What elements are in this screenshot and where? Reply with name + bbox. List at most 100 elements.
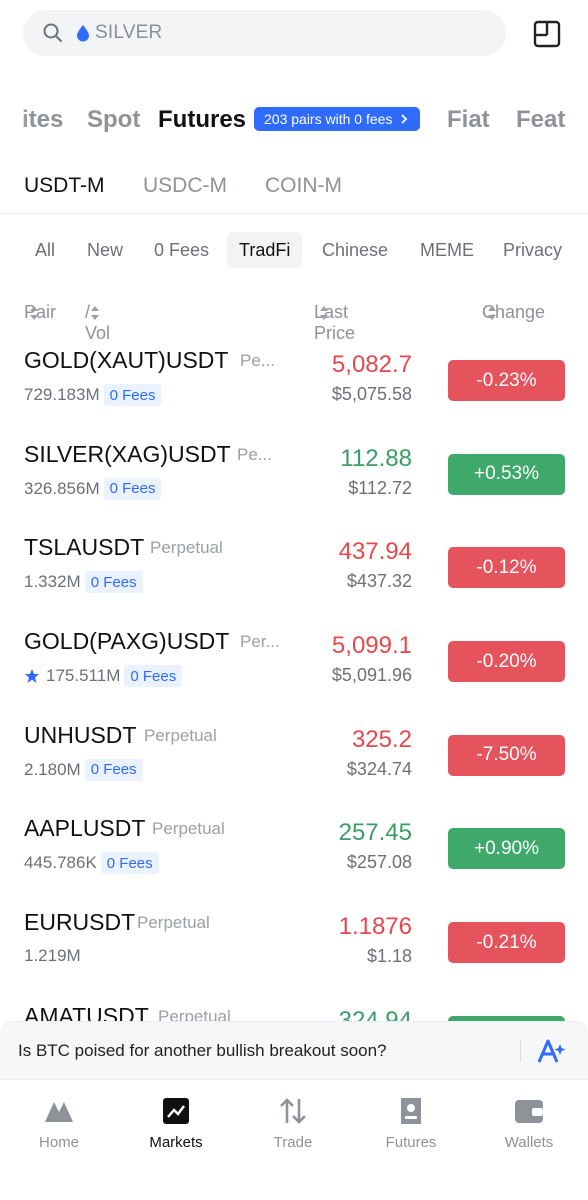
tab-futures[interactable]: Futures (158, 106, 246, 134)
contract-type: Perpetual (150, 538, 223, 558)
zero-fee-tag: 0 Fees (124, 665, 183, 688)
tab-featured[interactable]: Feat (516, 106, 565, 134)
usd-price: $324.74 (346, 758, 412, 779)
change-badge[interactable]: -0.23% (448, 360, 565, 401)
nav-markets[interactable]: Markets (117, 1096, 235, 1151)
change-badge[interactable]: +0.90% (448, 828, 565, 870)
tab-fiat[interactable]: Fiat (447, 106, 490, 134)
zero-fee-tag: 0 Fees (100, 852, 159, 875)
usd-price: $112.72 (348, 477, 412, 498)
last-price: 325.2 (351, 725, 412, 753)
volume: 445.786K 0 Fees (24, 852, 159, 875)
usd-price: $437.32 (346, 571, 412, 592)
market-row[interactable]: UNHUSDT Perpetual 2.180M 0 Fees 325.2 $324.74… (0, 711, 588, 805)
zero-fee-tag: 0 Fees (84, 758, 143, 781)
markets-icon (163, 1098, 189, 1124)
contract-type: Perpetual (152, 819, 225, 839)
sort-icon (320, 306, 328, 321)
contract-type: Pe... (237, 444, 272, 464)
volume: 175.511M 0 Fees (24, 665, 183, 688)
change-badge[interactable]: -0.20% (448, 641, 565, 683)
category-tabs: ites Spot Futures 203 pairs with 0 fees … (0, 98, 588, 142)
last-price: 112.88 (340, 444, 412, 472)
hot-drop-icon (75, 24, 91, 42)
scan-icon[interactable] (531, 18, 563, 50)
chip-new[interactable]: New (75, 232, 135, 268)
chip-tradfi[interactable]: TradFi (227, 232, 303, 268)
last-price: 1.1876 (338, 913, 412, 941)
market-row[interactable]: SILVER(XAG)USDT Pe... 326.856M 0 Fees 112.88… (0, 430, 588, 524)
nav-futures-label: Futures (385, 1134, 437, 1151)
chip-meme[interactable]: MEME (408, 232, 486, 268)
nav-wallets[interactable]: Wallets (470, 1096, 588, 1151)
tab-spot[interactable]: Spot (87, 106, 140, 134)
change-badge[interactable]: -7.50% (448, 734, 565, 776)
nav-wallets-label: Wallets (504, 1134, 554, 1151)
tab-coin-m[interactable]: COIN-M (265, 174, 342, 198)
zero-fee-badge-label: 203 pairs with 0 fees (264, 111, 393, 127)
pair-symbol: TSLAUSDT (24, 534, 145, 561)
ai-sparkle-icon[interactable] (537, 1038, 567, 1064)
filter-chips: All New 0 Fees TradFi Chinese MEME Priva… (0, 232, 588, 268)
volume-value: 1.219M (24, 946, 81, 966)
zero-fee-tag: 0 Fees (103, 477, 162, 500)
sort-change[interactable]: Change (482, 302, 545, 323)
chip-chinese[interactable]: Chinese (310, 232, 400, 268)
volume-value: 2.180M (24, 759, 81, 779)
nav-trade-label: Trade (273, 1134, 313, 1151)
tab-favorites[interactable]: ites (22, 106, 63, 134)
market-row[interactable]: AAPLUSDT Perpetual 445.786K 0 Fees 257.45 $25… (0, 804, 588, 898)
zero-fee-tag: 0 Fees (103, 384, 162, 406)
tab-usdc-m[interactable]: USDC-M (143, 174, 227, 198)
market-list: GOLD(XAUT)USDT Pe... 729.183M 0 Fees 5,082.7… (0, 336, 588, 1086)
market-row[interactable]: GOLD(XAUT)USDT Pe... 729.183M 0 Fees 5,082.7… (0, 336, 588, 430)
bottom-nav: Home Markets Trade Futures Wallets (0, 1079, 588, 1200)
tab-usdt-m[interactable]: USDT-M (24, 174, 105, 198)
volume-value: 326.856M (24, 478, 100, 498)
star-icon[interactable] (24, 668, 40, 684)
zero-fee-badge[interactable]: 203 pairs with 0 fees (254, 107, 421, 131)
last-price: 257.45 (338, 819, 412, 847)
list-header: Pair / Vol Last Price Change (0, 302, 588, 343)
pair-symbol: SILVER(XAG)USDT (24, 440, 231, 467)
pair-symbol: GOLD(XAUT)USDT (24, 347, 229, 373)
search-bar[interactable]: SILVER (23, 10, 506, 56)
chip-zero-fees[interactable]: 0 Fees (142, 232, 221, 268)
header-pair-label: Pair (24, 302, 57, 322)
usd-price: $5,075.58 (331, 384, 412, 404)
nav-home-label: Home (38, 1134, 79, 1151)
change-badge[interactable]: -0.12% (448, 547, 565, 589)
market-row[interactable]: GOLD(PAXG)USDT Per... 175.511M 0 Fees 5,099.… (0, 617, 588, 711)
market-row[interactable]: EURUSDT Perpetual 1.219M 1.1876 $1.18 -0.21% (0, 898, 588, 992)
change-badge[interactable]: +0.53% (448, 453, 565, 495)
chip-all[interactable]: All (23, 232, 67, 268)
volume: 729.183M 0 Fees (24, 384, 162, 406)
sort-last-price[interactable]: Last Price (314, 302, 355, 343)
pair-symbol: EURUSDT (24, 909, 136, 936)
usd-price: $257.08 (346, 852, 412, 873)
zero-fee-tag: 0 Fees (84, 571, 143, 594)
sort-pair[interactable]: Pair (24, 302, 56, 323)
pair-symbol: AAPLUSDT (24, 815, 146, 842)
scroll-fade (0, 98, 28, 142)
volume-value: 1.332M (24, 572, 81, 592)
pair-symbol: GOLD(PAXG)USDT (24, 628, 230, 655)
ai-question-banner[interactable]: Is BTC poised for another bullish breako… (0, 1021, 588, 1079)
contract-type: Pe... (240, 351, 275, 370)
wallet-icon (515, 1100, 543, 1123)
change-badge[interactable]: -0.21% (448, 922, 565, 964)
usd-price: $5,091.96 (331, 665, 412, 686)
nav-home[interactable]: Home (0, 1096, 118, 1151)
chip-privacy[interactable]: Privacy (491, 232, 574, 268)
volume: 2.180M 0 Fees (24, 758, 143, 781)
sort-icon (488, 306, 496, 321)
volume: 1.332M 0 Fees (24, 571, 143, 594)
search-icon (41, 21, 65, 45)
market-row[interactable]: TSLAUSDT Perpetual 1.332M 0 Fees 437.94 $437.… (0, 523, 588, 617)
divider (520, 1040, 521, 1062)
nav-futures[interactable]: Futures (352, 1096, 470, 1151)
nav-trade[interactable]: Trade (234, 1096, 352, 1151)
last-price: 437.94 (338, 538, 412, 566)
search-text: SILVER (95, 22, 163, 43)
sort-vol[interactable]: / Vol (85, 302, 110, 343)
